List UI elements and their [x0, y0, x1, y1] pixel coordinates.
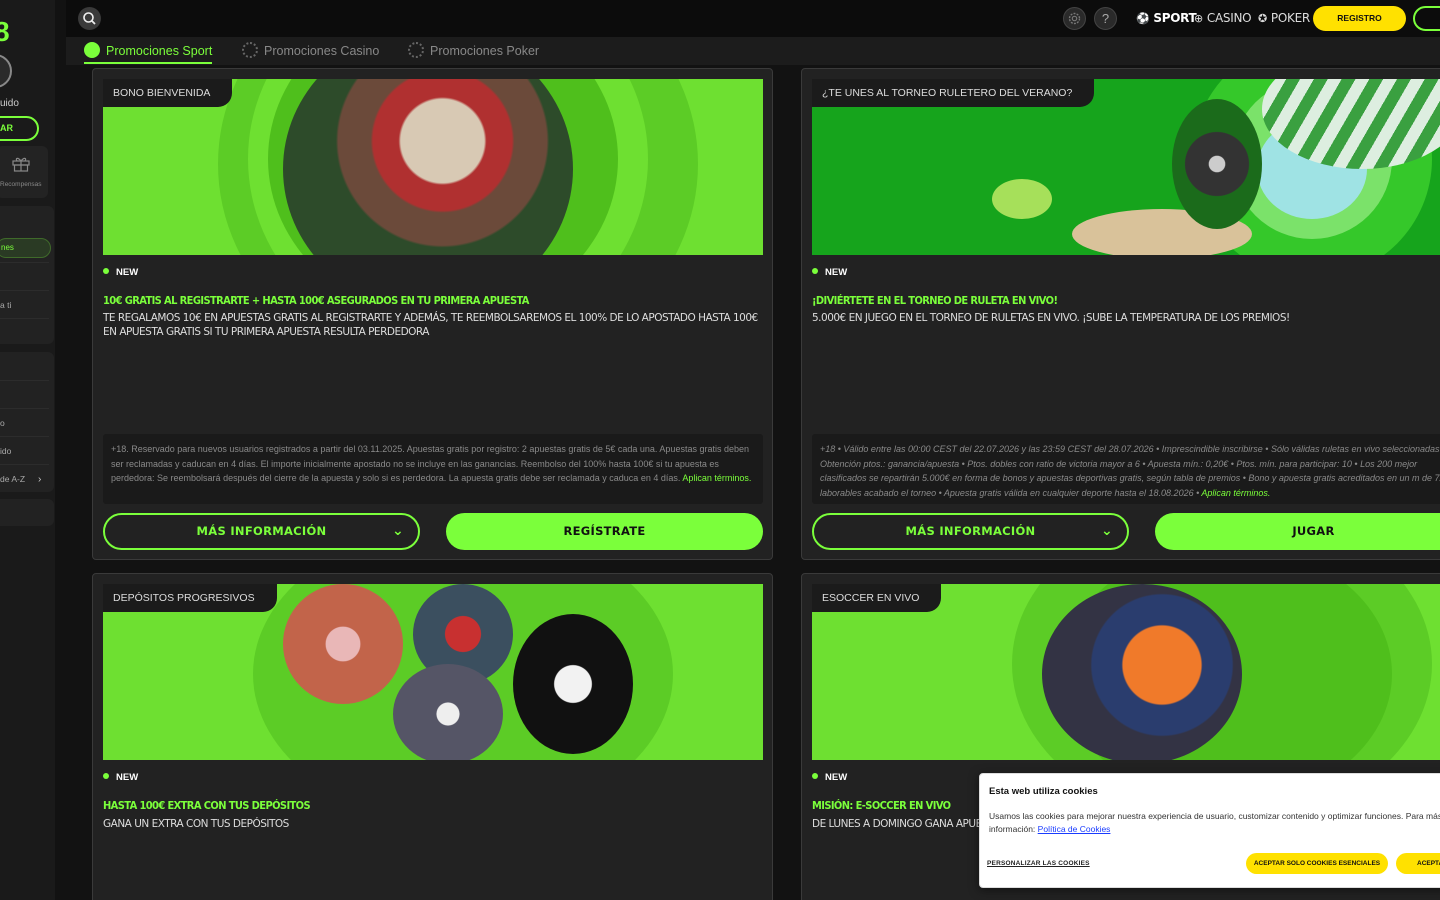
nav-sport-label: SPORT	[1153, 11, 1197, 25]
gift-icon	[12, 157, 30, 172]
top-bar: ? ⚽ SPORT ⊕ CASINO ✪ POKER REGISTRO	[66, 0, 1440, 37]
new-badge: NEW	[812, 772, 847, 783]
new-badge: NEW	[812, 267, 847, 278]
poker-chip-icon	[408, 42, 424, 58]
accept-cookies-button[interactable]: ACEPTAR	[1396, 853, 1440, 874]
divider	[0, 262, 49, 263]
tab-label: Promociones Casino	[264, 44, 380, 58]
welcome-text: uido	[0, 98, 19, 109]
sidebar-item-a-z[interactable]: de A-Z	[0, 474, 25, 484]
terms-link[interactable]: Aplican términos.	[682, 473, 751, 483]
sidebar-group-3[interactable]	[0, 499, 54, 526]
nav-casino-label: CASINO	[1206, 11, 1252, 25]
sidebar-group-2: o ido de A-Z	[0, 352, 54, 492]
accept-essential-cookies-button[interactable]: ACEPTAR SOLO COOKIES ESENCIALES	[1246, 853, 1388, 874]
casino-chip-icon: ⊕	[1194, 12, 1203, 25]
login-button[interactable]: AR	[0, 116, 39, 141]
settings-button[interactable]	[1063, 7, 1086, 30]
promo-title: HASTA 100€ EXTRA CON TUS DEPÓSITOS	[103, 799, 311, 812]
promo-card: BONO BIENVENIDA NEW 10€ GRATIS AL REGIST…	[92, 68, 773, 560]
promo-terms: +18 • Válido entre las 00:00 CEST del 22…	[812, 434, 1440, 504]
more-info-label: MÁS INFORMACIÓN	[196, 524, 327, 538]
rewards-label: Recompensas	[0, 181, 42, 188]
promo-tabs: Promociones Sport Promociones Casino Pro…	[66, 37, 1440, 65]
promo-tag: ¿TE UNES AL TORNEO RULETERO DEL VERANO?	[812, 79, 1095, 107]
promo-terms: +18. Reservado para nuevos usuarios regi…	[103, 434, 763, 504]
poker-chip-icon: ✪	[1258, 12, 1267, 25]
nav-poker-label: POKER	[1270, 11, 1310, 25]
play-cta-button[interactable]: JUGAR	[1155, 513, 1440, 550]
tab-promociones-casino[interactable]: Promociones Casino	[242, 42, 379, 64]
divider	[0, 380, 49, 381]
chevron-right-icon[interactable]: ›	[38, 474, 41, 485]
soccer-ball-icon	[84, 42, 100, 58]
divider	[0, 436, 49, 437]
gear-icon	[1068, 12, 1081, 25]
search-icon	[83, 12, 96, 25]
cookie-banner: Esta web utiliza cookies Usamos las cook…	[979, 773, 1440, 888]
cookie-policy-link[interactable]: Política de Cookies	[1038, 824, 1111, 834]
divider	[0, 464, 49, 465]
tab-promociones-sport[interactable]: Promociones Sport	[84, 42, 213, 64]
new-badge: NEW	[103, 772, 138, 783]
register-cta-button[interactable]: REGÍSTRATE	[446, 513, 763, 550]
soccer-ball-icon: ⚽	[1136, 12, 1150, 25]
more-info-label: MÁS INFORMACIÓN	[905, 524, 1036, 538]
tab-label: Promociones Poker	[430, 44, 540, 58]
promo-tag: DEPÓSITOS PROGRESIVOS	[103, 584, 277, 612]
more-info-button[interactable]: MÁS INFORMACIÓN ⌄	[103, 513, 420, 550]
divider	[0, 290, 49, 291]
cookie-text: Usamos las cookies para mejorar nuestra …	[989, 810, 1440, 836]
sidebar-item[interactable]: ido	[0, 446, 11, 456]
promo-title: ¡DIVIÉRTETE EN EL TORNEO DE RULETA EN VI…	[812, 294, 1058, 307]
nav-casino[interactable]: ⊕ CASINO	[1194, 11, 1252, 25]
new-badge: NEW	[103, 267, 138, 278]
terms-text: +18 • Válido entre las 00:00 CEST del 22…	[820, 444, 1440, 498]
terms-text: +18. Reservado para nuevos usuarios regi…	[111, 444, 749, 483]
tab-label: Promociones Sport	[106, 44, 213, 58]
sidebar-item[interactable]: o	[0, 418, 5, 428]
promo-description: TE REGALAMOS 10€ EN APUESTAS GRATIS AL R…	[103, 312, 758, 338]
promo-tag: BONO BIENVENIDA	[103, 79, 233, 107]
search-button[interactable]	[78, 7, 101, 30]
terms-link[interactable]: Aplican términos.	[1201, 488, 1270, 498]
promo-card: ¿TE UNES AL TORNEO RULETERO DEL VERANO? …	[801, 68, 1440, 560]
promo-description: 5.000€ EN JUEGO EN EL TORNEO DE RULETAS …	[812, 312, 1290, 324]
brand-logo[interactable]: 8	[0, 16, 10, 48]
promo-tag: ESOCCER EN VIVO	[812, 584, 942, 612]
promo-title: 10€ GRATIS AL REGISTRARTE + HASTA 100€ A…	[103, 294, 529, 307]
personalize-cookies-link[interactable]: PERSONALIZAR LAS COOKIES	[987, 860, 1090, 867]
cookie-title: Esta web utiliza cookies	[989, 786, 1098, 797]
nav-sport[interactable]: ⚽ SPORT	[1136, 11, 1197, 25]
register-button[interactable]: REGISTRO	[1313, 6, 1406, 31]
rewards-button[interactable]: Recompensas	[0, 146, 48, 198]
chevron-down-icon: ⌄	[1100, 523, 1113, 539]
casino-chip-icon	[242, 42, 258, 58]
avatar[interactable]	[0, 54, 12, 88]
promo-card: DEPÓSITOS PROGRESIVOS NEW HASTA 100€ EXT…	[92, 573, 773, 900]
more-info-button[interactable]: MÁS INFORMACIÓN ⌄	[812, 513, 1129, 550]
login-top-button[interactable]	[1413, 6, 1440, 31]
sidebar-group-1: a ti	[0, 206, 54, 344]
help-button[interactable]: ?	[1094, 7, 1117, 30]
divider	[0, 408, 49, 409]
chevron-down-icon: ⌄	[391, 523, 404, 539]
nav-poker[interactable]: ✪ POKER	[1258, 11, 1310, 25]
sidebar: 8 uido AR Recompensas a ti nes o ido de …	[0, 0, 55, 900]
tab-promociones-poker[interactable]: Promociones Poker	[408, 42, 539, 64]
sidebar-item[interactable]: a ti	[0, 300, 11, 310]
divider	[0, 318, 49, 319]
promo-description: GANA UN EXTRA CON TUS DEPÓSITOS	[103, 818, 289, 830]
sidebar-item-active[interactable]: nes	[0, 238, 51, 258]
